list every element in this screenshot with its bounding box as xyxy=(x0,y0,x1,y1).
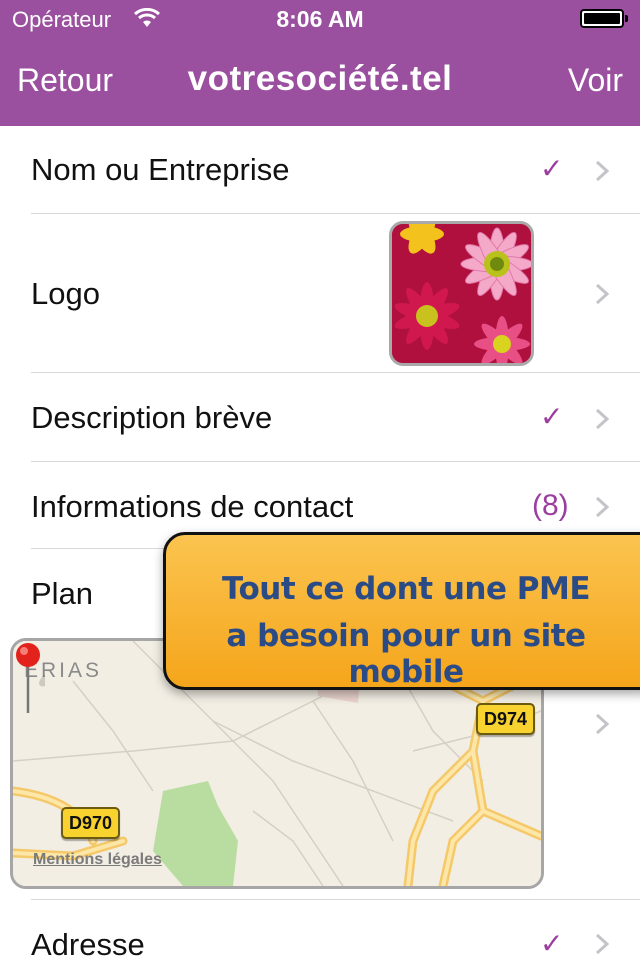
list-item-short-description[interactable]: Description brève ✓ xyxy=(0,373,640,461)
battery-icon xyxy=(580,9,628,28)
chevron-right-icon xyxy=(595,283,610,305)
flower-image xyxy=(392,224,531,363)
list-item-label: Adresse xyxy=(31,927,145,962)
status-bar: Opérateur 8:06 AM xyxy=(0,0,640,40)
list-item-label: Description brève xyxy=(31,400,273,435)
list-item-logo[interactable]: Logo xyxy=(0,214,640,373)
navigation-bar: Opérateur 8:06 AM Retour votresociété.te… xyxy=(0,0,640,126)
list-item-label: Informations de contact xyxy=(31,489,354,524)
map-pin-icon xyxy=(16,643,45,713)
chevron-right-icon xyxy=(595,713,610,735)
road-label-d974: D974 xyxy=(476,703,536,735)
chevron-right-icon xyxy=(595,496,610,518)
view-button[interactable]: Voir xyxy=(568,62,623,99)
banner-line-2: a besoin pour un site mobile xyxy=(226,618,586,690)
promo-banner: Tout ce dont une PME a besoin pour un si… xyxy=(163,532,640,690)
clock: 8:06 AM xyxy=(276,6,364,32)
checkmark-icon: ✓ xyxy=(540,401,564,432)
chevron-right-icon xyxy=(595,160,610,182)
banner-line-1: Tout ce dont une PME xyxy=(221,571,591,607)
legal-link[interactable]: Mentions légales xyxy=(33,851,162,869)
checkmark-icon: ✓ xyxy=(540,928,564,959)
list-item-company-name[interactable]: Nom ou Entreprise ✓ xyxy=(0,126,640,214)
list-item-label: Logo xyxy=(31,276,100,311)
chevron-right-icon xyxy=(595,408,610,430)
list-item-address[interactable]: Adresse ✓ xyxy=(0,900,640,962)
checkmark-icon: ✓ xyxy=(540,153,564,184)
list-item-label: Nom ou Entreprise xyxy=(31,152,290,187)
chevron-right-icon xyxy=(595,933,610,955)
page-title: votresociété.tel xyxy=(187,59,453,98)
road-label-d970: D970 xyxy=(61,807,121,839)
list-item-label: Plan xyxy=(31,576,94,611)
contact-count-badge: (8) xyxy=(532,489,569,522)
logo-thumbnail[interactable] xyxy=(389,221,534,366)
